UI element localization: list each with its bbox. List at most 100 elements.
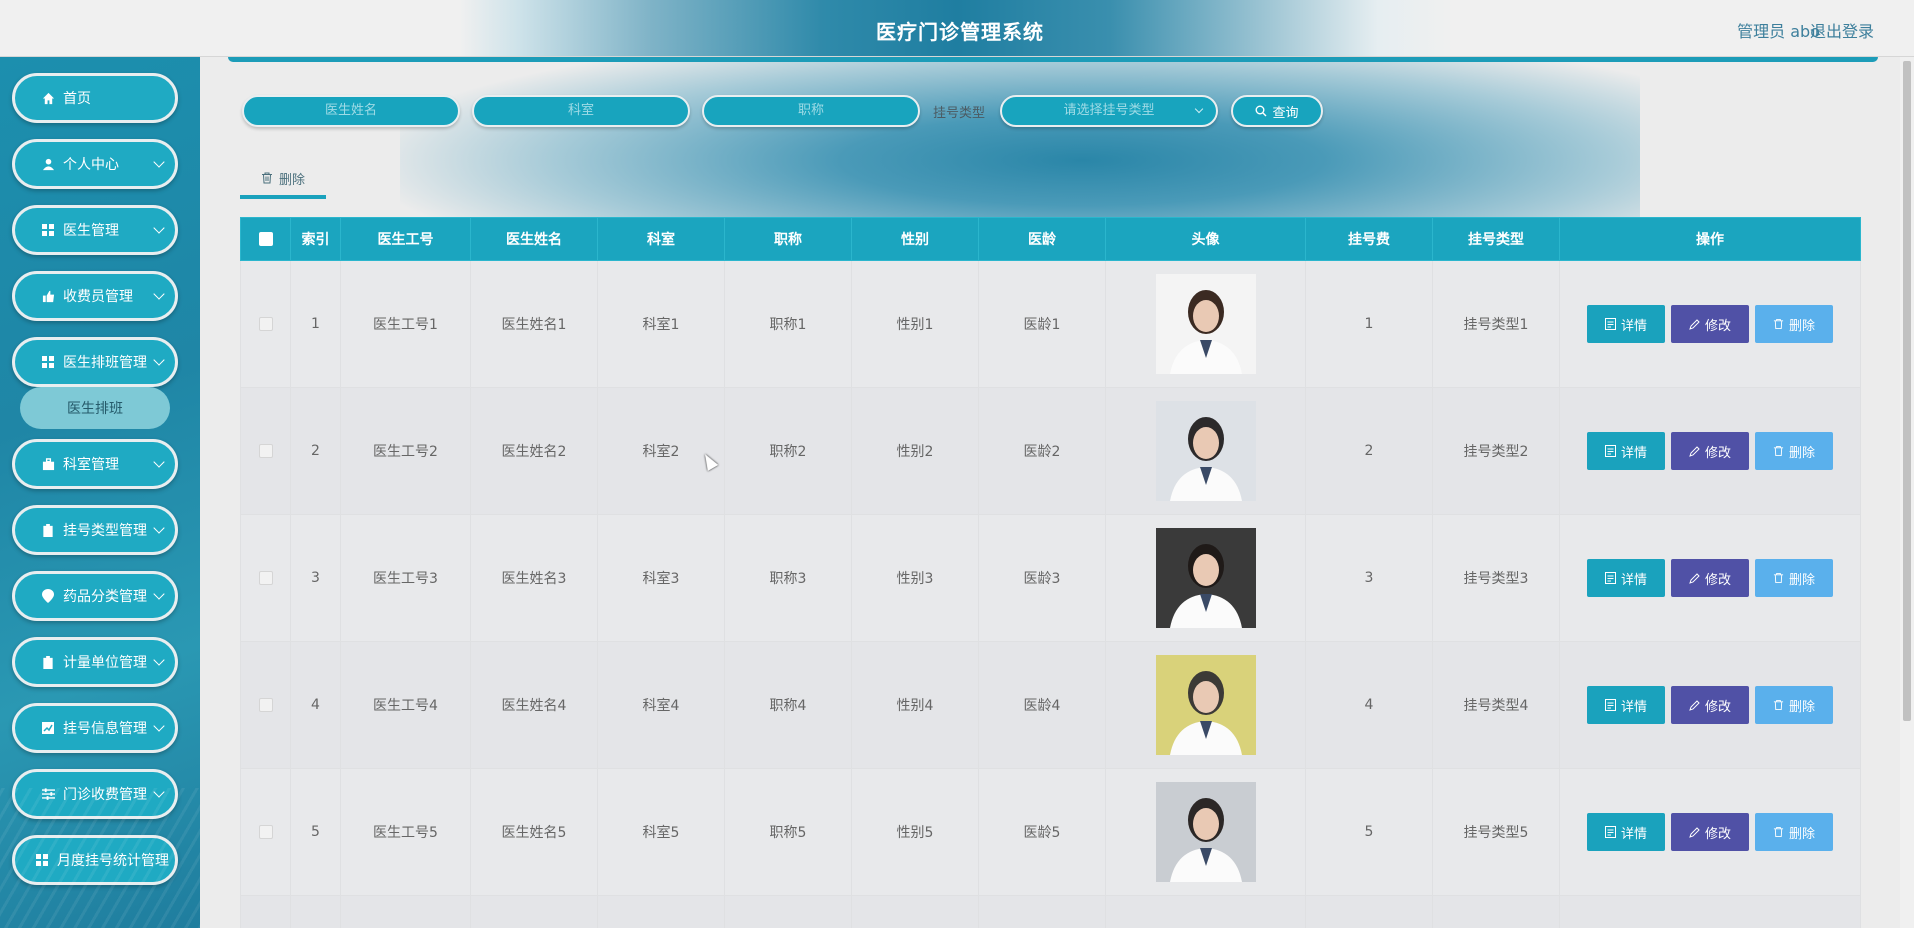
cell-empty [1305, 895, 1433, 928]
cell-index: 4 [290, 641, 341, 769]
vertical-scrollbar[interactable] [1900, 57, 1914, 928]
cell-index: 3 [290, 514, 341, 642]
cell-title: 职称5 [724, 768, 852, 896]
column-header: 医龄 [978, 217, 1106, 261]
title-input[interactable]: 职称 [702, 95, 920, 127]
detail-button[interactable]: 详情 [1587, 305, 1665, 343]
cell-empty [240, 895, 291, 928]
detail-button[interactable]: 详情 [1587, 559, 1665, 597]
sidebar-item-monthly-stats-mgmt[interactable]: 月度挂号统计管理 [12, 835, 178, 885]
row-checkbox[interactable] [258, 444, 273, 458]
doctor-avatar [1155, 655, 1256, 755]
delete-button-label: 删除 [1788, 572, 1815, 588]
detail-button[interactable]: 详情 [1587, 813, 1665, 851]
detail-button[interactable]: 详情 [1587, 432, 1665, 470]
document-icon [1604, 572, 1616, 584]
batch-delete-button[interactable]: 删除 [240, 161, 326, 199]
edit-button[interactable]: 修改 [1671, 686, 1749, 724]
table-body: 1 医生工号1 医生姓名1 科室1 职称1 性别1 医龄1 1 挂号类型1 详情 修改 删除 2 医生工号… [240, 260, 1861, 928]
sidebar-item-reg-type-mgmt[interactable]: 挂号类型管理 [12, 505, 178, 555]
delete-button[interactable]: 删除 [1755, 305, 1833, 343]
sidebar-item-schedule-mgmt[interactable]: 医生排班管理 [12, 337, 178, 387]
scrollbar-thumb[interactable] [1903, 61, 1911, 721]
sidebar-item-cashier-mgmt[interactable]: 收费员管理 [12, 271, 178, 321]
cell-years: 医龄3 [978, 514, 1106, 642]
sidebar-item-reg-info-mgmt[interactable]: 挂号信息管理 [12, 703, 178, 753]
main-content: 医生姓名 科室 职称 挂号类型 请选择挂号类型 查询 删除 索引 医生工号 医生… [200, 57, 1900, 928]
sidebar-item-unit-mgmt[interactable]: 计量单位管理 [12, 637, 178, 687]
edit-button[interactable]: 修改 [1671, 559, 1749, 597]
edit-button[interactable]: 修改 [1671, 813, 1749, 851]
trash-icon [1773, 445, 1784, 457]
query-button[interactable]: 查询 [1231, 95, 1323, 127]
doctor-name-input[interactable]: 医生姓名 [242, 95, 460, 127]
batch-delete-label: 删除 [278, 172, 305, 188]
delete-button[interactable]: 删除 [1755, 686, 1833, 724]
cell-empty [340, 895, 471, 928]
cell-type: 挂号类型4 [1432, 641, 1560, 769]
cell-title: 职称1 [724, 260, 852, 388]
sidebar-item-clinic-fee-mgmt[interactable]: 门诊收费管理 [12, 769, 178, 819]
cell-years: 医龄5 [978, 768, 1106, 896]
detail-button-label: 详情 [1620, 318, 1647, 334]
delete-button[interactable]: 删除 [1755, 432, 1833, 470]
sidebar-item-drug-category-mgmt[interactable]: 药品分类管理 [12, 571, 178, 621]
detail-button[interactable]: 详情 [1587, 686, 1665, 724]
document-icon [1604, 445, 1616, 457]
edit-button[interactable]: 修改 [1671, 305, 1749, 343]
detail-button-label: 详情 [1620, 826, 1647, 842]
cell-empty [290, 895, 341, 928]
cell-dept: 科室5 [597, 768, 725, 896]
sidebar-item-department-mgmt[interactable]: 科室管理 [12, 439, 178, 489]
cell-index: 2 [290, 387, 341, 515]
top-edge-bar [228, 57, 1878, 62]
sidebar-item-home[interactable]: 首页 [12, 73, 178, 123]
edit-button-label: 修改 [1704, 826, 1731, 842]
sidebar-item-label: 医生排班管理 [63, 355, 147, 371]
cell-empty [470, 895, 598, 928]
edit-button-label: 修改 [1704, 572, 1731, 588]
column-header: 挂号费 [1305, 217, 1433, 261]
cell-id: 医生工号3 [340, 514, 471, 642]
cell-avatar [1105, 387, 1306, 515]
trash-icon [1773, 572, 1784, 584]
cell-empty [978, 895, 1106, 928]
delete-button-label: 删除 [1788, 699, 1815, 715]
sidebar-item-personal-center[interactable]: 个人中心 [12, 139, 178, 189]
row-checkbox[interactable] [258, 825, 273, 839]
user-icon [41, 157, 55, 171]
edit-button-label: 修改 [1704, 699, 1731, 715]
row-select-cell [240, 387, 291, 515]
edit-button[interactable]: 修改 [1671, 432, 1749, 470]
chevron-down-icon [153, 156, 165, 168]
cell-title: 职称3 [724, 514, 852, 642]
column-header: 头像 [1105, 217, 1306, 261]
doctor-avatar [1155, 401, 1256, 501]
edit-button-label: 修改 [1704, 318, 1731, 334]
sidebar-item-doctor-mgmt[interactable]: 医生管理 [12, 205, 178, 255]
sidebar-item-label: 计量单位管理 [63, 655, 147, 671]
reg-type-select[interactable]: 请选择挂号类型 [1000, 95, 1218, 127]
chart-icon [41, 721, 55, 735]
chevron-down-icon [153, 720, 165, 732]
delete-button[interactable]: 删除 [1755, 559, 1833, 597]
row-select-cell [240, 514, 291, 642]
column-header: 索引 [290, 217, 341, 261]
row-checkbox[interactable] [258, 571, 273, 585]
row-checkbox[interactable] [258, 698, 273, 712]
department-input[interactable]: 科室 [472, 95, 690, 127]
sidebar-item-label: 首页 [63, 91, 91, 107]
logout-link[interactable]: 退出登录 [1810, 18, 1874, 42]
table-row: 1 医生工号1 医生姓名1 科室1 职称1 性别1 医龄1 1 挂号类型1 详情 修改 删除 [240, 260, 1861, 388]
delete-button[interactable]: 删除 [1755, 813, 1833, 851]
sidebar-subitem-doctor-schedule[interactable]: 医生排班 [20, 387, 170, 429]
sidebar-item-label: 收费员管理 [63, 289, 133, 305]
row-checkbox[interactable] [258, 317, 273, 331]
cell-years: 医龄1 [978, 260, 1106, 388]
cell-name: 医生姓名3 [470, 514, 598, 642]
select-all-checkbox[interactable] [258, 232, 273, 246]
cell-actions: 详情 修改 删除 [1559, 768, 1861, 896]
cell-gender: 性别4 [851, 641, 979, 769]
cell-dept: 科室3 [597, 514, 725, 642]
doctor-avatar [1155, 782, 1256, 882]
